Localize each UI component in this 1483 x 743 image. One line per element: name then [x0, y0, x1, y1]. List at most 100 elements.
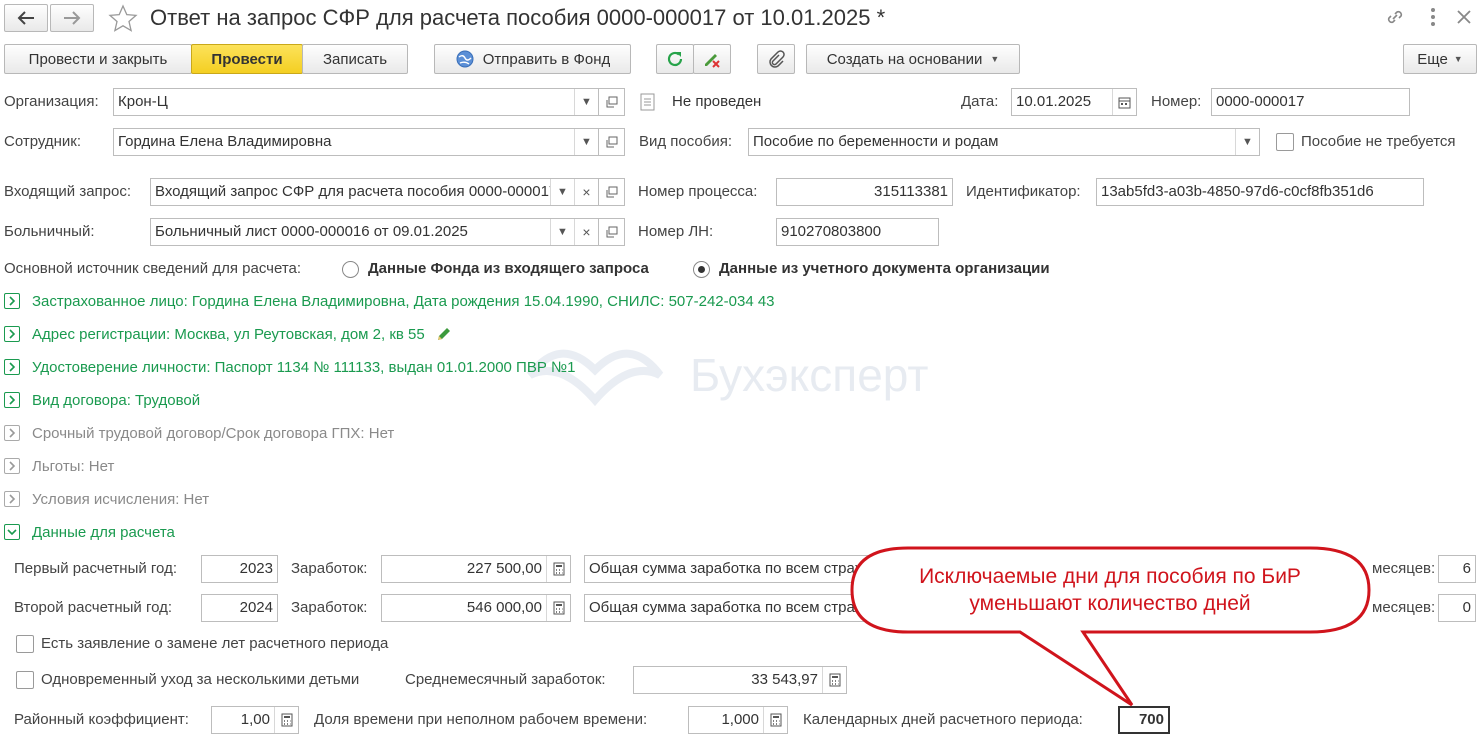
- group-fixed-term-label: Срочный трудовой договор/Срок договора Г…: [32, 424, 395, 442]
- post-button[interactable]: Провести: [191, 44, 303, 74]
- number-field[interactable]: 0000-000017: [1211, 88, 1410, 116]
- year1-field[interactable]: 2023: [201, 555, 278, 583]
- date-label: Дата:: [961, 93, 999, 110]
- send-to-fund-button[interactable]: Отправить в Фонд: [434, 44, 631, 74]
- dropdown-icon[interactable]: ▼: [574, 129, 598, 155]
- incoming-request-value: Входящий запрос СФР для расчета пособия …: [155, 183, 550, 200]
- source-fund-radio[interactable]: [342, 261, 359, 278]
- process-number-field[interactable]: 315113381: [776, 178, 953, 206]
- incoming-request-field[interactable]: Входящий запрос СФР для расчета пособия …: [150, 178, 599, 206]
- attach-button[interactable]: [757, 44, 795, 74]
- source-org-label: Данные из учетного документа организации: [719, 260, 1050, 277]
- forward-button[interactable]: [50, 4, 94, 32]
- dropdown-icon[interactable]: ▼: [550, 219, 574, 245]
- incoming-request-label: Входящий запрос:: [4, 183, 132, 200]
- source-label: Основной источник сведений для расчета:: [4, 260, 302, 277]
- chevron-right-icon: [4, 359, 20, 375]
- open-form-icon: [606, 96, 617, 108]
- group-contract[interactable]: Вид договора: Трудовой: [4, 388, 200, 412]
- calculator-icon[interactable]: [274, 707, 298, 733]
- more-vertical-icon[interactable]: [1427, 6, 1439, 32]
- dropdown-icon[interactable]: ▼: [1235, 129, 1259, 155]
- refresh-button[interactable]: [656, 44, 694, 74]
- ln-number-label: Номер ЛН:: [638, 223, 714, 240]
- source-fund-label: Данные Фонда из входящего запроса: [368, 260, 649, 277]
- months2-field[interactable]: 0: [1438, 594, 1476, 622]
- multiple-children-label: Одновременный уход за несколькими детьми: [41, 671, 360, 688]
- avg-earnings-field[interactable]: 33 543,97: [633, 666, 847, 694]
- group-conditions-label: Условия исчисления: Нет: [32, 490, 210, 508]
- open-sick-leave-button[interactable]: [599, 218, 625, 246]
- calculator-icon[interactable]: [546, 556, 570, 582]
- group-insured-person[interactable]: Застрахованное лицо: Гордина Елена Влади…: [4, 289, 775, 313]
- months1-label: месяцев:: [1372, 560, 1436, 577]
- no-benefit-checkbox[interactable]: [1276, 133, 1294, 151]
- date-field[interactable]: 10.01.2025: [1011, 88, 1137, 116]
- clear-icon[interactable]: ×: [574, 219, 598, 245]
- parttime-field[interactable]: 1,000: [688, 706, 788, 734]
- earnings2-description: Общая сумма заработка по всем страховате…: [584, 594, 874, 622]
- months1-field[interactable]: 6: [1438, 555, 1476, 583]
- replace-years-checkbox[interactable]: [16, 635, 34, 653]
- clear-icon[interactable]: ×: [574, 179, 598, 205]
- dropdown-icon[interactable]: ▼: [574, 89, 598, 115]
- benefit-type-field[interactable]: Пособие по беременности и родам ▼: [748, 128, 1260, 156]
- earnings2-field[interactable]: 546 000,00: [381, 594, 571, 622]
- calculator-icon[interactable]: [546, 595, 570, 621]
- months2-label: месяцев:: [1372, 599, 1436, 616]
- earnings1-value: 227 500,00: [466, 560, 542, 577]
- pencil-icon[interactable]: [435, 325, 453, 343]
- post-and-close-button[interactable]: Провести и закрыть: [4, 44, 192, 74]
- calculator-icon[interactable]: [822, 667, 846, 693]
- sick-leave-value: Больничный лист 0000-000016 от 09.01.202…: [155, 223, 468, 240]
- group-calc-data[interactable]: Данные для расчета: [4, 520, 175, 544]
- group-benefits[interactable]: Льготы: Нет: [4, 454, 114, 478]
- year2-label: Второй расчетный год:: [14, 599, 173, 616]
- year2-field[interactable]: 2024: [201, 594, 278, 622]
- sick-leave-label: Больничный:: [4, 223, 95, 240]
- group-fixed-term[interactable]: Срочный трудовой договор/Срок договора Г…: [4, 421, 394, 445]
- open-org-button[interactable]: [599, 88, 625, 116]
- chevron-right-icon: [4, 326, 20, 342]
- region-coef-field[interactable]: 1,00: [211, 706, 299, 734]
- region-coef-value: 1,00: [240, 711, 270, 728]
- earnings1-description-text: Общая сумма заработка по всем страховате…: [589, 560, 873, 577]
- benefit-type-value: Пособие по беременности и родам: [753, 133, 999, 150]
- identifier-field[interactable]: 13ab5fd3-a03b-4850-97d6-c0cf8fb351d6: [1096, 178, 1424, 206]
- open-employee-button[interactable]: [599, 128, 625, 156]
- group-conditions[interactable]: Условия исчисления: Нет: [4, 487, 209, 511]
- ln-number-field[interactable]: 910270803800: [776, 218, 939, 246]
- group-address-label: Адрес регистрации: Москва, ул Реутовская…: [32, 325, 425, 343]
- open-incoming-request-button[interactable]: [599, 178, 625, 206]
- group-address[interactable]: Адрес регистрации: Москва, ул Реутовская…: [4, 322, 453, 346]
- group-identity[interactable]: Удостоверение личности: Паспорт 1134 № 1…: [4, 355, 575, 379]
- earnings1-field[interactable]: 227 500,00: [381, 555, 571, 583]
- identifier-value: 13ab5fd3-a03b-4850-97d6-c0cf8fb351d6: [1101, 183, 1374, 200]
- chevron-right-icon: [4, 293, 20, 309]
- source-org-radio[interactable]: [693, 261, 710, 278]
- create-based-on-button[interactable]: Создать на основании ▼: [806, 44, 1020, 74]
- benefit-type-label: Вид пособия:: [639, 133, 733, 150]
- employee-field[interactable]: Гордина Елена Владимировна ▼: [113, 128, 599, 156]
- document-status-icon: [640, 93, 656, 115]
- edit-cancel-button[interactable]: [693, 44, 731, 74]
- calendar-icon[interactable]: [1112, 89, 1136, 115]
- year2-value: 2024: [239, 599, 273, 616]
- back-button[interactable]: [4, 4, 48, 32]
- callout-text: Исключаемые дни для пособия по БиР умень…: [919, 565, 1301, 615]
- chevron-right-icon: [4, 458, 20, 474]
- close-icon[interactable]: [1453, 6, 1475, 32]
- org-field[interactable]: Крон-Ц ▼: [113, 88, 599, 116]
- region-coef-label: Районный коэффициент:: [14, 711, 189, 728]
- link-icon[interactable]: [1384, 6, 1406, 32]
- calculator-icon[interactable]: [763, 707, 787, 733]
- chevron-right-icon: [4, 392, 20, 408]
- chevron-down-icon: [4, 524, 20, 540]
- sick-leave-field[interactable]: Больничный лист 0000-000016 от 09.01.202…: [150, 218, 599, 246]
- save-button[interactable]: Записать: [302, 44, 408, 74]
- more-button[interactable]: Еще ▼: [1403, 44, 1477, 74]
- more-label: Еще: [1417, 50, 1448, 68]
- multiple-children-checkbox[interactable]: [16, 671, 34, 689]
- favorite-star-icon[interactable]: [108, 4, 138, 36]
- dropdown-icon[interactable]: ▼: [550, 179, 574, 205]
